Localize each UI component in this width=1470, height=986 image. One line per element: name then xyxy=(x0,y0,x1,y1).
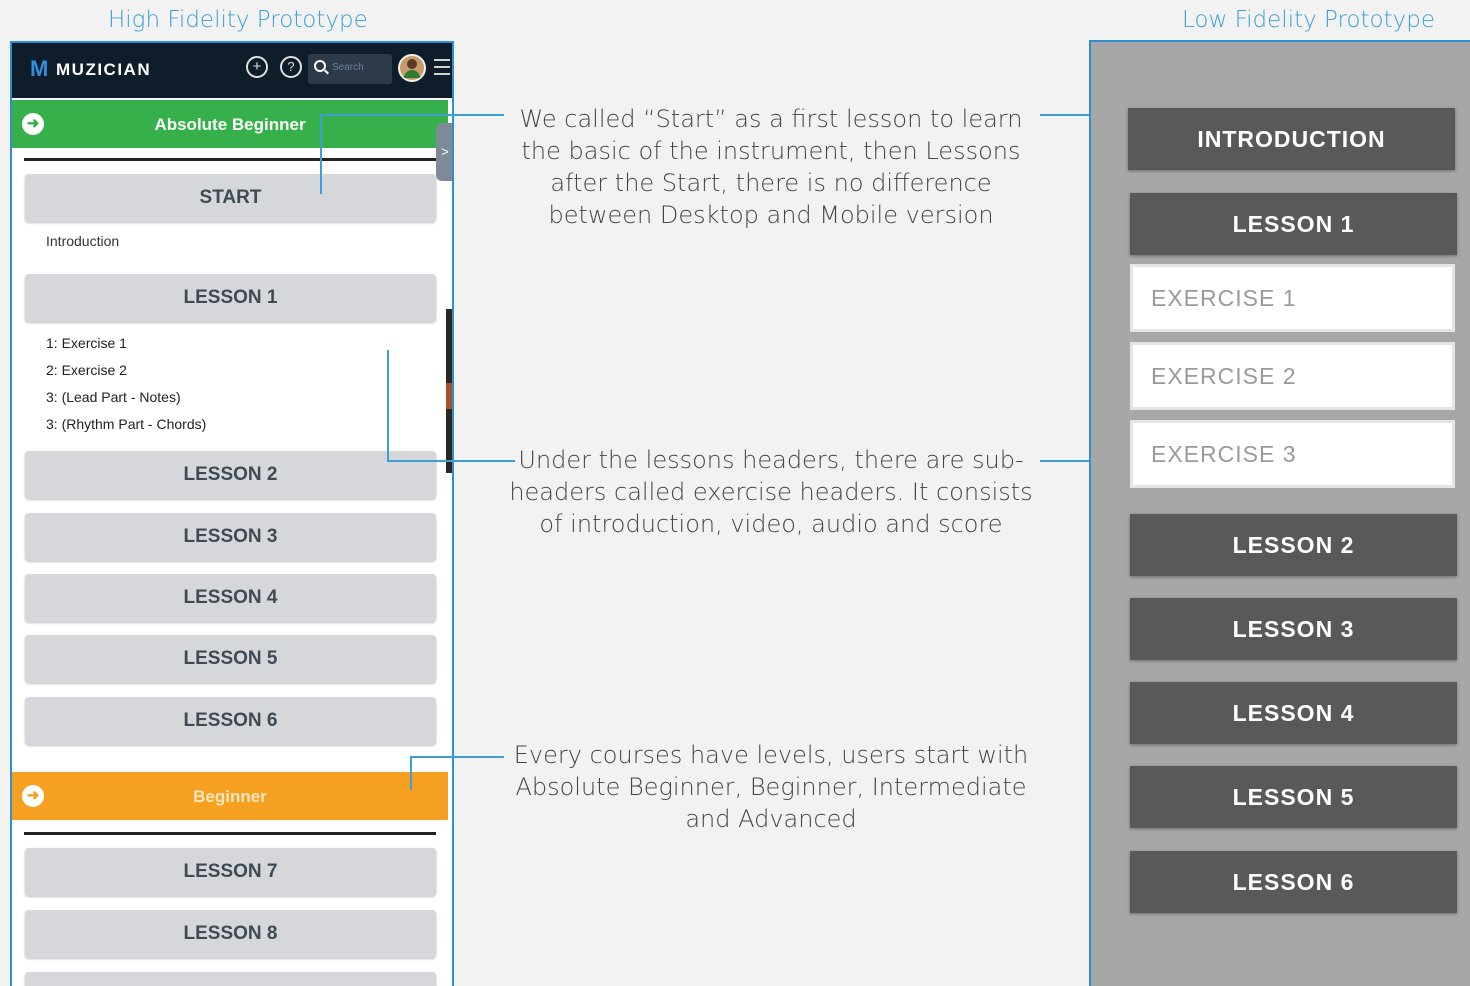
lf-lesson-1-button[interactable]: LESSON 1 xyxy=(1130,193,1457,255)
lf-exercise-1[interactable]: EXERCISE 1 xyxy=(1130,264,1455,332)
lf-lesson-4-button[interactable]: LESSON 4 xyxy=(1130,682,1457,744)
search-icon xyxy=(314,60,326,72)
logo-text[interactable]: MUZICIAN xyxy=(56,60,151,80)
connector-line xyxy=(387,460,515,462)
logo-mark[interactable]: M xyxy=(30,56,48,82)
connector-line xyxy=(410,756,412,790)
exercise-link[interactable]: 3: (Rhythm Part - Chords) xyxy=(46,411,206,438)
low-fidelity-title: Low Fidelity Prototype xyxy=(1182,7,1435,33)
divider xyxy=(24,158,436,161)
lesson-8-button[interactable]: LESSON 8 xyxy=(25,910,436,958)
level-header-beginner[interactable]: ➜ Beginner xyxy=(12,772,448,820)
connector-line xyxy=(320,114,322,194)
lf-exercise-3[interactable]: EXERCISE 3 xyxy=(1130,420,1455,488)
lesson-4-button[interactable]: LESSON 4 xyxy=(25,574,436,622)
level-name: Absolute Beginner xyxy=(154,115,306,134)
exercise-link[interactable]: 3: (Lead Part - Notes) xyxy=(46,384,181,411)
divider xyxy=(24,832,436,835)
side-panel-toggle[interactable]: > xyxy=(436,123,452,181)
help-icon[interactable]: ? xyxy=(280,56,302,78)
app-top-bar: M MUZICIAN + ? Search xyxy=(12,43,452,98)
level-name: Beginner xyxy=(193,787,267,806)
search-placeholder: Search xyxy=(332,62,364,73)
lf-lesson-6-button[interactable]: LESSON 6 xyxy=(1130,851,1457,913)
level-header-absolute-beginner[interactable]: ➜ Absolute Beginner xyxy=(12,100,448,148)
annotation-levels: Every courses have levels, users start w… xyxy=(513,741,1029,833)
annotation-start: We called “Start” as a first lesson to l… xyxy=(519,105,1023,229)
hamburger-menu-icon[interactable] xyxy=(434,59,450,75)
connector-line xyxy=(410,756,504,758)
lf-introduction-button[interactable]: INTRODUCTION xyxy=(1128,108,1455,170)
connector-line xyxy=(387,350,389,460)
add-icon[interactable]: + xyxy=(246,56,268,78)
page: High Fidelity Prototype Low Fidelity Pro… xyxy=(0,0,1470,986)
low-fidelity-frame xyxy=(1089,40,1470,986)
lf-lesson-2-button[interactable]: LESSON 2 xyxy=(1130,514,1457,576)
lesson-5-button[interactable]: LESSON 5 xyxy=(25,635,436,683)
lesson-3-button[interactable]: LESSON 3 xyxy=(25,513,436,561)
connector-line xyxy=(320,114,504,116)
lesson-2-button[interactable]: LESSON 2 xyxy=(25,451,436,499)
lf-exercise-2[interactable]: EXERCISE 2 xyxy=(1130,342,1455,410)
search-input[interactable]: Search xyxy=(308,54,392,84)
lesson-1-button[interactable]: LESSON 1 xyxy=(25,274,436,322)
exercise-link[interactable]: 1: Exercise 1 xyxy=(46,330,127,357)
lf-lesson-5-button[interactable]: LESSON 5 xyxy=(1130,766,1457,828)
avatar[interactable] xyxy=(398,54,426,82)
lesson-6-button[interactable]: LESSON 6 xyxy=(25,697,436,745)
high-fidelity-phone: M MUZICIAN + ? Search ➜ Absolute Beginne… xyxy=(10,41,454,986)
start-button[interactable]: START xyxy=(25,174,436,222)
lf-lesson-3-button[interactable]: LESSON 3 xyxy=(1130,598,1457,660)
annotation-exercises: Under the lessons headers, there are sub… xyxy=(509,446,1033,538)
exercise-link[interactable]: 2: Exercise 2 xyxy=(46,357,127,384)
lesson-button-partial[interactable] xyxy=(25,972,436,986)
lesson-7-button[interactable]: LESSON 7 xyxy=(25,848,436,896)
high-fidelity-title: High Fidelity Prototype xyxy=(108,7,368,33)
side-panel-strip-accent xyxy=(446,383,452,409)
introduction-link[interactable]: Introduction xyxy=(46,233,119,249)
